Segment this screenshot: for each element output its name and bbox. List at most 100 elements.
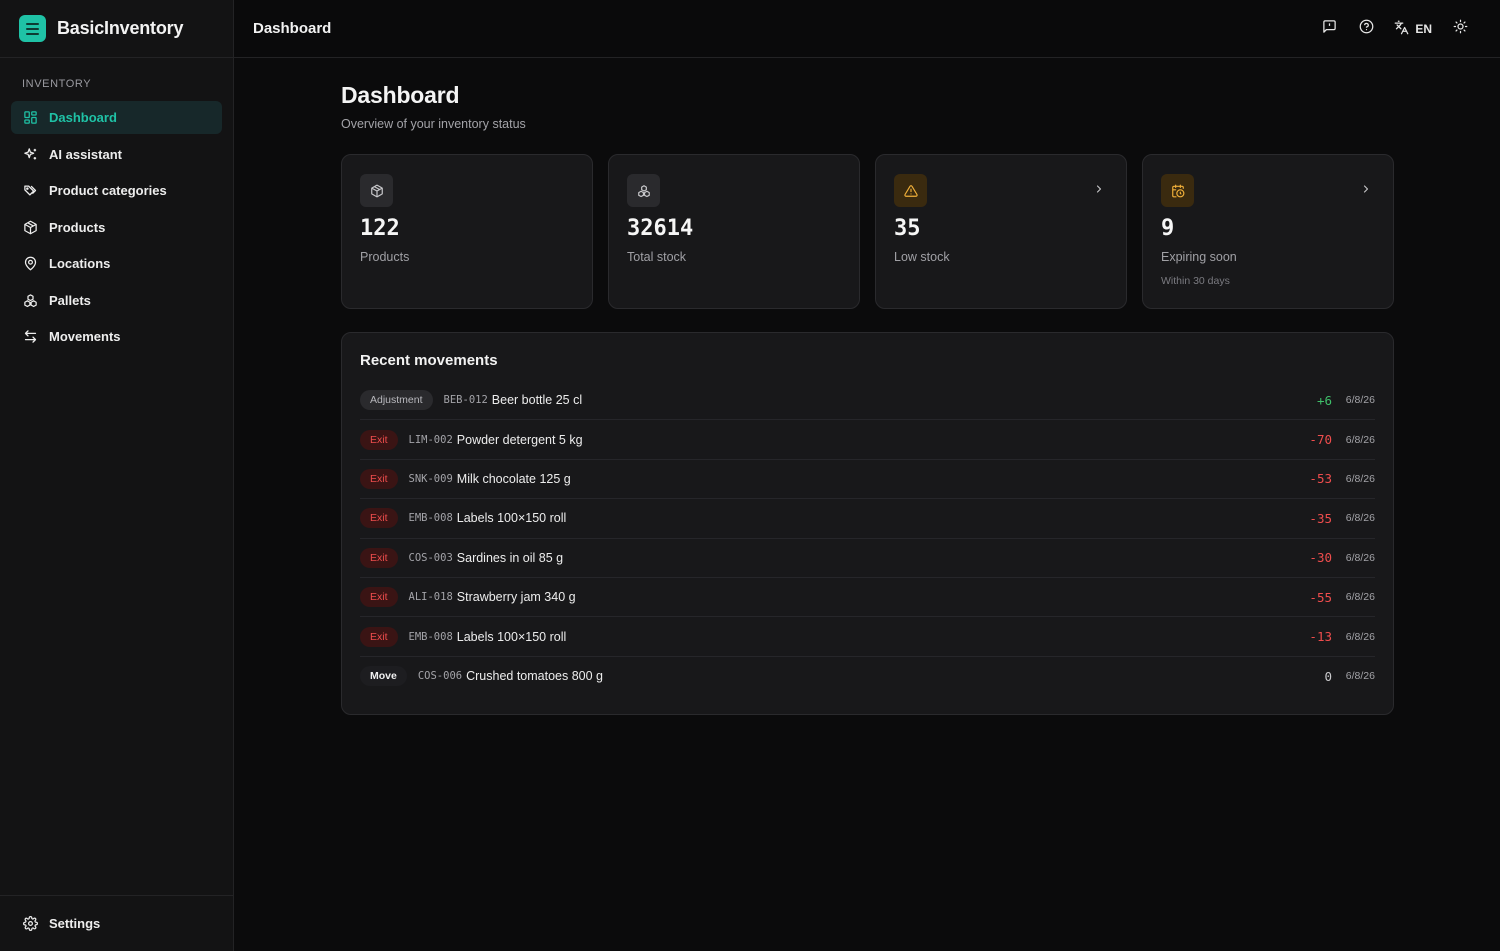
sidebar-item-locations[interactable]: Locations xyxy=(11,247,222,280)
movement-type-badge: Exit xyxy=(360,468,398,489)
stat-value: 122 xyxy=(360,216,400,241)
calendar-clock-icon xyxy=(1161,174,1194,207)
movement-quantity: -35 xyxy=(1309,510,1332,526)
layout-grid-icon xyxy=(22,110,38,126)
movement-type-badge: Adjustment xyxy=(360,390,433,411)
product-name: Labels 100×150 roll xyxy=(456,511,567,526)
sidebar-item-label: Dashboard xyxy=(49,110,117,125)
chevron-right-icon xyxy=(1360,182,1372,200)
movement-type-badge: Move xyxy=(360,666,407,687)
product-sku: LIM-002 xyxy=(408,433,453,446)
sidebar-item-label: Movements xyxy=(49,329,121,344)
sidebar-item-product-categories[interactable]: Product categories xyxy=(11,174,222,207)
sidebar-item-label: Product categories xyxy=(49,183,167,198)
movement-row[interactable]: Move COS-006 Crushed tomatoes 800 g 0 6/… xyxy=(360,657,1375,696)
product-sku: COS-006 xyxy=(417,670,463,683)
movement-type-badge: Exit xyxy=(360,626,398,647)
movement-quantity: -30 xyxy=(1309,550,1332,566)
dashboard-content: Dashboard Overview of your inventory sta… xyxy=(234,58,1500,716)
sparkles-icon xyxy=(22,146,38,162)
movement-type-badge: Exit xyxy=(360,508,398,529)
stat-card-low-stock[interactable]: 35 Low stock xyxy=(875,154,1127,309)
sidebar-item-dashboard[interactable]: Dashboard xyxy=(11,101,222,134)
product-name: Powder detergent 5 kg xyxy=(456,432,583,447)
help-button[interactable] xyxy=(1352,15,1380,43)
language-switcher[interactable]: EN xyxy=(1394,15,1432,43)
topbar-actions: EN xyxy=(1306,15,1474,43)
stat-card-expiring-soon[interactable]: 9 Expiring soon Within 30 days xyxy=(1142,154,1394,309)
stats-row: 122 Products 32614 Total stock 35 Low st… xyxy=(341,154,1394,309)
theme-toggle-button[interactable] xyxy=(1446,15,1474,43)
movement-quantity: 0 xyxy=(1324,668,1332,684)
product-name: Beer bottle 25 cl xyxy=(491,393,583,408)
package-icon xyxy=(22,219,38,235)
sun-icon xyxy=(1453,19,1468,39)
movement-row[interactable]: Exit SNK-009 Milk chocolate 125 g -53 6/… xyxy=(360,460,1375,500)
movement-quantity: -13 xyxy=(1309,629,1332,645)
brand[interactable]: BasicInventory xyxy=(0,0,233,58)
movement-type-badge: Exit xyxy=(360,547,398,568)
movement-row[interactable]: Exit EMB-008 Labels 100×150 roll -35 6/8… xyxy=(360,499,1375,539)
sidebar-footer: Settings xyxy=(0,895,233,951)
chevron-right-icon xyxy=(1093,182,1105,200)
movement-row[interactable]: Exit EMB-008 Labels 100×150 roll -13 6/8… xyxy=(360,617,1375,657)
product-sku: EMB-008 xyxy=(408,630,453,643)
sidebar-item-products[interactable]: Products xyxy=(11,211,222,244)
movement-row[interactable]: Exit LIM-002 Powder detergent 5 kg -70 6… xyxy=(360,420,1375,460)
movement-quantity: +6 xyxy=(1316,392,1332,408)
page-title: Dashboard xyxy=(341,82,460,108)
tags-icon xyxy=(22,183,38,199)
product-name: Crushed tomatoes 800 g xyxy=(466,669,603,684)
sidebar-item-movements[interactable]: Movements xyxy=(11,320,222,353)
stat-label: Products xyxy=(360,250,410,264)
panel-title: Recent movements xyxy=(360,352,498,369)
movement-date: 6/8/26 xyxy=(1345,394,1375,407)
sidebar-item-settings[interactable]: Settings xyxy=(22,907,100,940)
stat-card-total-stock: 32614 Total stock xyxy=(608,154,860,309)
recent-movements-panel: Recent movements Adjustment BEB-012 Beer… xyxy=(341,332,1394,716)
product-name: Sardines in oil 85 g xyxy=(456,550,564,565)
boxes-icon xyxy=(22,292,38,308)
product-sku: EMB-008 xyxy=(408,512,453,525)
arrows-left-right-icon xyxy=(22,329,38,345)
product-name: Strawberry jam 340 g xyxy=(456,590,576,605)
movement-row[interactable]: Exit COS-003 Sardines in oil 85 g -30 6/… xyxy=(360,539,1375,578)
sidebar-item-label: Settings xyxy=(49,916,101,931)
product-sku: COS-003 xyxy=(408,551,453,564)
sidebar-item-ai-assistant[interactable]: AI assistant xyxy=(11,138,222,171)
top-bar: Dashboard EN xyxy=(234,0,1500,58)
movement-date: 6/8/26 xyxy=(1345,670,1375,683)
map-pin-icon xyxy=(22,256,38,272)
movement-row[interactable]: Exit ALI-018 Strawberry jam 340 g -55 6/… xyxy=(360,578,1375,618)
movement-date: 6/8/26 xyxy=(1345,551,1375,564)
sidebar: BasicInventory INVENTORY Dashboard AI as… xyxy=(0,0,234,951)
alert-triangle-icon xyxy=(894,174,927,207)
stat-value: 32614 xyxy=(627,216,694,241)
product-sku: SNK-009 xyxy=(408,472,453,485)
movement-type-badge: Exit xyxy=(360,429,398,450)
product-sku: ALI-018 xyxy=(408,591,453,604)
sidebar-item-label: Pallets xyxy=(49,292,91,308)
sidebar-item-label: Products xyxy=(49,219,106,235)
movement-date: 6/8/26 xyxy=(1345,591,1375,604)
stat-value: 35 xyxy=(894,216,921,241)
topbar-title: Dashboard xyxy=(253,20,332,37)
stat-label: Expiring soon xyxy=(1161,250,1237,264)
movement-date: 6/8/26 xyxy=(1345,512,1375,525)
movement-row[interactable]: Adjustment BEB-012 Beer bottle 25 cl +6 … xyxy=(360,381,1375,421)
feedback-button[interactable] xyxy=(1315,15,1343,43)
sidebar-item-label: AI assistant xyxy=(49,146,122,162)
app-logo-icon xyxy=(19,15,46,42)
product-sku: BEB-012 xyxy=(443,394,488,407)
sidebar-nav: INVENTORY Dashboard AI assistant Product… xyxy=(0,58,233,357)
movement-quantity: -53 xyxy=(1309,471,1332,487)
movement-date: 6/8/26 xyxy=(1345,433,1375,446)
movement-type-badge: Exit xyxy=(360,587,398,608)
movement-quantity: -55 xyxy=(1309,589,1332,605)
sidebar-item-pallets[interactable]: Pallets xyxy=(11,284,222,317)
language-label: EN xyxy=(1415,21,1432,36)
product-name: Labels 100×150 roll xyxy=(456,629,567,644)
movement-date: 6/8/26 xyxy=(1345,472,1375,485)
page-subtitle: Overview of your inventory status xyxy=(341,117,526,131)
product-name: Milk chocolate 125 g xyxy=(456,471,571,486)
